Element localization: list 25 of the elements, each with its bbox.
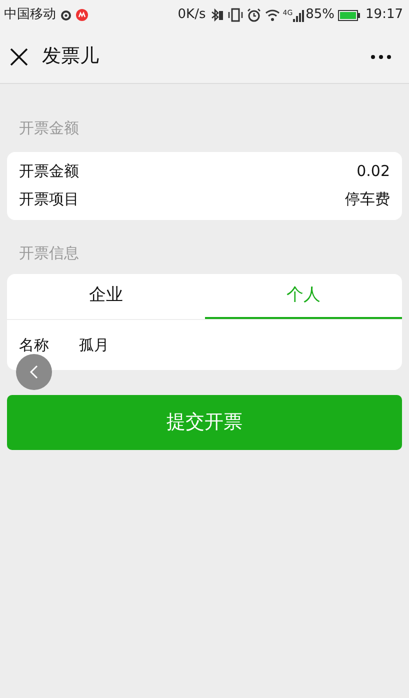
app-notification-icon [76,9,88,21]
row-label: 开票金额 [19,161,79,182]
tab[interactable]: 企业 [7,274,204,319]
close-button[interactable] [10,48,28,66]
signal-icon [292,8,305,22]
network-speed: 0K/s [178,6,206,24]
section-header: 开票信息 [19,242,80,264]
alarm-icon [246,8,261,22]
input-field[interactable]: 孤月 [79,334,109,356]
row-label: 开票项目 [19,189,79,210]
back-button[interactable] [16,354,52,390]
vibrate-icon [228,8,243,22]
clock-time: 19:17 [366,6,403,24]
battery-percent: 85% [306,6,335,24]
chevron-left-icon [29,365,39,379]
bluetooth-icon [210,8,224,22]
battery-icon [338,10,360,20]
section-header: 开票金额 [19,118,80,139]
sync-icon [60,9,72,21]
page-title: 发票儿 [42,44,99,70]
wifi-icon [264,8,280,22]
row-value: 0.02 [356,161,390,182]
row-value: 停车费 [345,189,390,210]
carrier-name: 中国移动 [4,6,56,24]
field-label: 名称 [19,334,50,356]
